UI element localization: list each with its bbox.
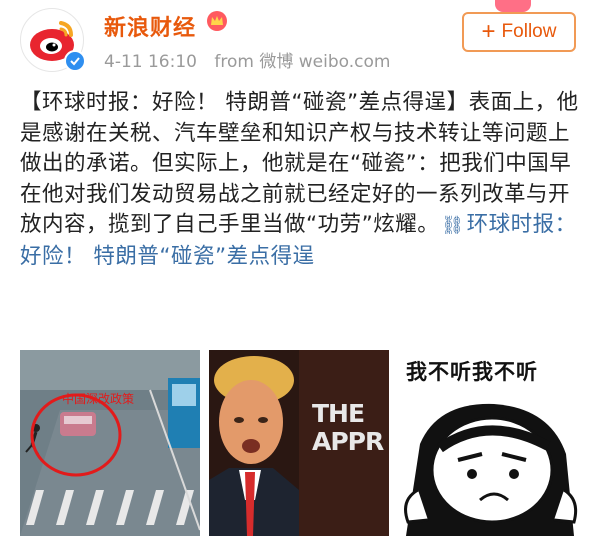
crown-icon xyxy=(207,11,227,31)
link-icon: ⛓ xyxy=(441,215,465,237)
notification-badge xyxy=(495,0,531,12)
apprentice-logo-text: THE APPR xyxy=(312,399,384,456)
meme-face-image xyxy=(404,403,578,536)
post-body: 【环球时报：好险！ 特朗普“碰瓷”差点得逞】表面上，他是感谢在关税、汽车壁垒和知… xyxy=(20,88,582,273)
post-image-trump[interactable]: THE APPR xyxy=(209,350,389,536)
source-prefix: from xyxy=(214,52,254,72)
post-image-road[interactable]: 中国深改政策 xyxy=(20,350,200,536)
username[interactable]: 新浪财经 xyxy=(104,10,196,42)
road-image-caption: 中国深改政策 xyxy=(62,392,135,406)
plus-icon: + xyxy=(481,18,496,45)
verified-badge-icon xyxy=(64,50,86,72)
post-image-meme[interactable]: 我不听我不听 xyxy=(398,350,580,536)
source-name[interactable]: 微博 weibo.com xyxy=(259,52,390,72)
follow-button[interactable]: + Follow xyxy=(462,12,576,52)
road-scene-image xyxy=(20,350,200,536)
post-timestamp: 4-11 16:10 xyxy=(104,52,197,72)
follow-label: Follow xyxy=(501,21,557,42)
post-meta: 4-11 16:10 from 微博 weibo.com xyxy=(104,47,390,72)
